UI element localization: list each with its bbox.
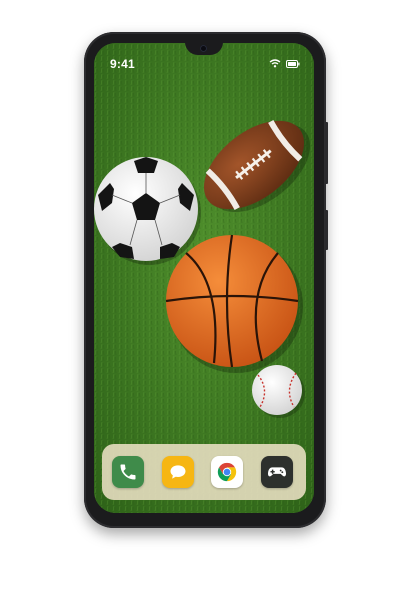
app-dock — [102, 444, 306, 500]
phone-icon — [120, 464, 136, 480]
chat-bubble-icon — [170, 465, 186, 479]
status-time: 9:41 — [110, 57, 135, 71]
power-button — [325, 210, 328, 250]
phone-app-icon[interactable] — [112, 456, 144, 488]
battery-icon — [286, 59, 300, 68]
front-camera — [200, 45, 207, 52]
status-icons — [269, 59, 300, 68]
chrome-icon — [217, 462, 237, 482]
wifi-icon — [269, 59, 281, 68]
chrome-app-icon[interactable] — [211, 456, 243, 488]
volume-button — [325, 122, 328, 184]
home-screen: 9:41 — [94, 43, 314, 513]
games-app-icon[interactable] — [261, 456, 293, 488]
wallpaper — [94, 43, 314, 513]
messages-app-icon[interactable] — [162, 456, 194, 488]
gamepad-icon — [267, 467, 287, 477]
page: 9:41 — [0, 0, 408, 612]
